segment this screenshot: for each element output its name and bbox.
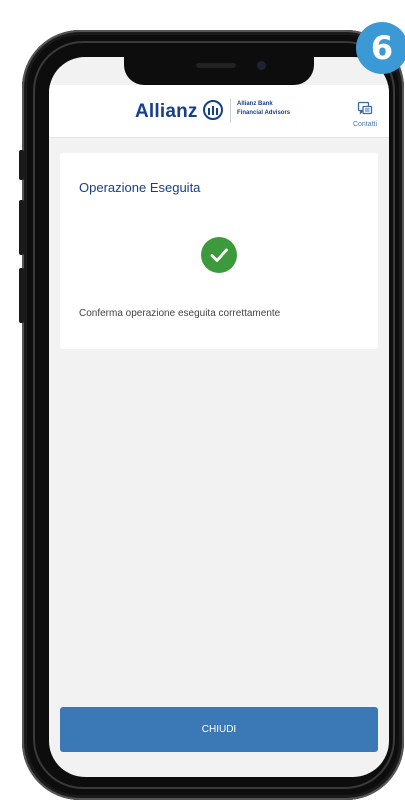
- bank-name-line-1: Allianz Bank: [237, 101, 273, 107]
- result-card: Operazione Eseguita Conferma operazione …: [60, 153, 378, 349]
- card-title: Operazione Eseguita: [79, 180, 201, 195]
- step-number-badge: 6: [356, 22, 405, 74]
- logo-divider: [230, 99, 231, 123]
- success-badge: [201, 237, 237, 273]
- speaker-grille: [196, 63, 236, 68]
- notch: [124, 57, 314, 85]
- app-header: Allianz Allianz Bank Financial Advisors …: [49, 85, 389, 138]
- volume-up-button: [19, 200, 24, 255]
- contacts-button[interactable]: Contatti: [345, 99, 385, 133]
- allianz-emblem-icon: [203, 100, 223, 120]
- brand-logo-text: Allianz: [135, 101, 198, 122]
- front-camera: [257, 61, 266, 70]
- checkmark-icon: [210, 248, 228, 262]
- phone-screen: Allianz Allianz Bank Financial Advisors …: [49, 57, 389, 777]
- bank-name-line-2: Financial Advisors: [237, 110, 291, 116]
- confirmation-message: Conferma operazione eseguita correttamen…: [79, 308, 281, 319]
- close-button[interactable]: CHIUDI: [60, 707, 378, 752]
- chat-bubble-icon: [357, 101, 373, 115]
- volume-down-button: [19, 268, 24, 323]
- mute-switch: [19, 150, 24, 180]
- contacts-label: Contatti: [352, 121, 378, 128]
